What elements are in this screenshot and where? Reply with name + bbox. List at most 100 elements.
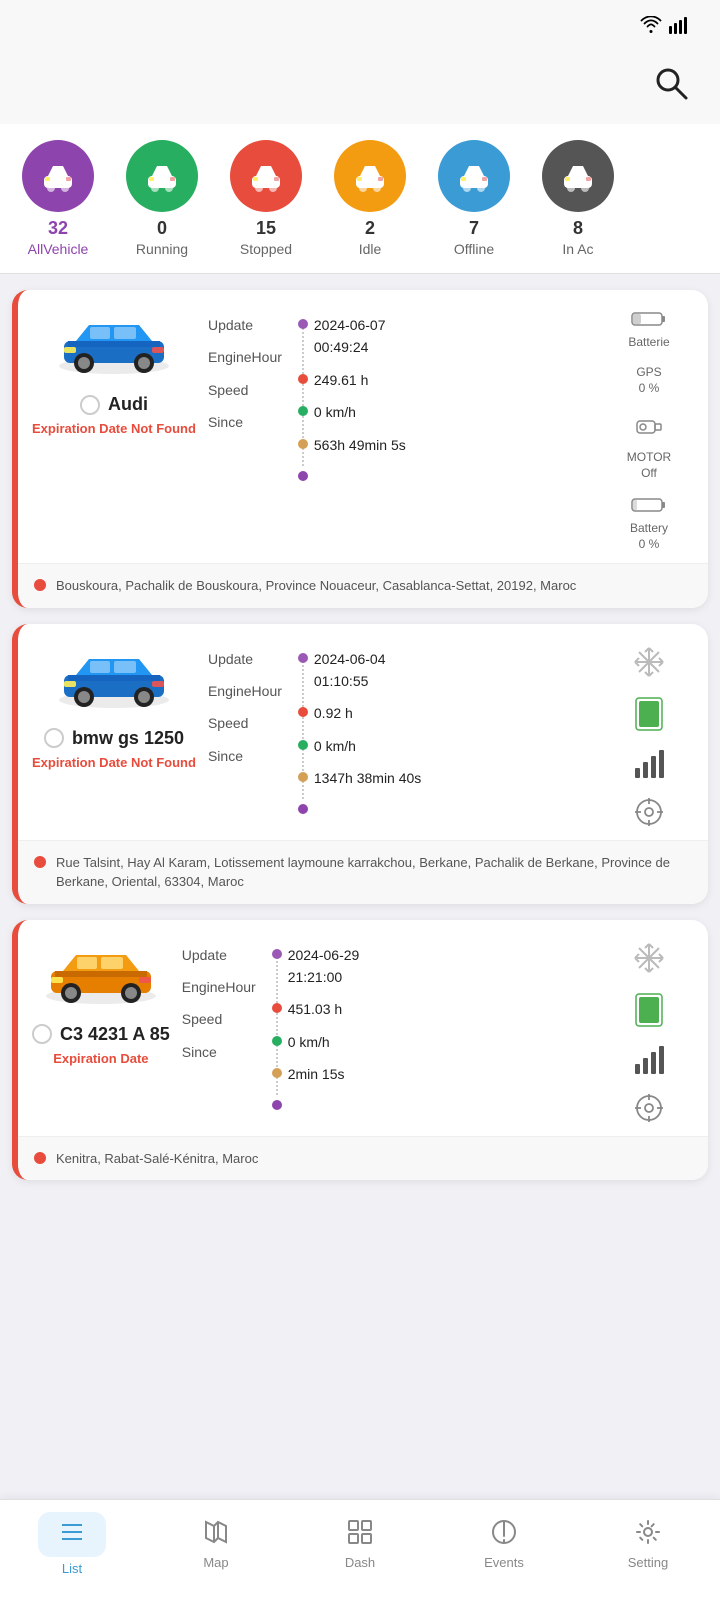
nav-item-list[interactable]: List xyxy=(22,1508,122,1580)
nav-icon-setting xyxy=(634,1518,662,1551)
label-update-0: Update xyxy=(208,314,282,336)
labels-col-2: Update EngineHour Speed Since xyxy=(182,940,256,1096)
nav-item-map[interactable]: Map xyxy=(166,1514,266,1574)
label-update-2: Update xyxy=(182,944,256,966)
card-main-0: Audi Expiration Date Not Found Update En… xyxy=(18,290,708,563)
val-speed-1: 0 km/h xyxy=(294,735,421,757)
category-tab-running[interactable]: 0 Running xyxy=(112,136,212,261)
val-speed-2: 0 km/h xyxy=(268,1031,360,1053)
target-group xyxy=(633,1092,665,1124)
tab-icon-stopped xyxy=(230,140,302,212)
status-icons xyxy=(634,16,696,37)
card-main-2: C3 4231 A 85 Expiration Date Update Engi… xyxy=(18,920,708,1136)
tab-icon-offline xyxy=(438,140,510,212)
vehicle-name-0: Audi xyxy=(108,394,148,415)
label-since-2: Since xyxy=(182,1041,256,1063)
signal-group xyxy=(633,1044,665,1076)
nav-item-dash[interactable]: Dash xyxy=(310,1514,410,1574)
expiry-text-2: Expiration Date xyxy=(53,1051,148,1066)
vehicle-name-2: C3 4231 A 85 xyxy=(60,1024,170,1045)
tab-icon-all xyxy=(22,140,94,212)
search-button[interactable] xyxy=(646,58,696,108)
val-since-0: 563h 49min 5s xyxy=(294,434,406,456)
address-text-1: Rue Talsint, Hay Al Karam, Lotissement l… xyxy=(56,853,692,892)
nav-icon-events xyxy=(490,1518,518,1551)
label-enginehour-2: EngineHour xyxy=(182,976,256,998)
expiry-text-0: Expiration Date Not Found xyxy=(32,421,196,436)
card-left-1: bmw gs 1250 Expiration Date Not Found xyxy=(32,640,196,828)
category-tab-all[interactable]: 32 AllVehicle xyxy=(8,136,108,261)
motor-group: MOTOR Off xyxy=(627,411,671,480)
nav-active-bg-list xyxy=(38,1512,106,1557)
tab-label-idle: Idle xyxy=(359,241,382,257)
search-bar xyxy=(0,48,720,124)
val-update-1: 2024-06-0401:10:55 xyxy=(294,648,421,693)
battery-full-group xyxy=(634,696,664,732)
vehicle-name-1: bmw gs 1250 xyxy=(72,728,184,749)
nav-icon-list xyxy=(58,1518,86,1551)
card-right-0: Batterie GPS 0 % MOTOR Off xyxy=(604,306,694,551)
address-dot-0 xyxy=(34,579,46,591)
card-address-1: Rue Talsint, Hay Al Karam, Lotissement l… xyxy=(18,840,708,904)
tab-label-inac: In Ac xyxy=(562,241,593,257)
dot-since-0 xyxy=(298,439,308,449)
card-right-1 xyxy=(604,640,694,828)
batterie-label: Batterie xyxy=(628,335,669,349)
vehicle-card-1[interactable]: bmw gs 1250 Expiration Date Not Found Up… xyxy=(12,624,708,904)
battery-group: Battery 0 % xyxy=(630,496,668,551)
motor-icon xyxy=(633,411,665,448)
nav-label-setting: Setting xyxy=(628,1555,668,1570)
tab-count-all: 32 xyxy=(48,218,68,239)
nav-item-events[interactable]: Events xyxy=(454,1514,554,1574)
label-since-0: Since xyxy=(208,411,282,433)
batterie-group: Batterie xyxy=(628,310,669,349)
val-enginehour-0: 249.61 h xyxy=(294,369,406,391)
vehicle-name-row-2: C3 4231 A 85 xyxy=(32,1024,170,1045)
category-tab-idle[interactable]: 2 Idle xyxy=(320,136,420,261)
card-right-2 xyxy=(604,936,694,1124)
nav-label-map: Map xyxy=(203,1555,228,1570)
wifi-icon xyxy=(640,16,662,37)
status-circle-0 xyxy=(80,395,100,415)
address-text-2: Kenitra, Rabat-Salé-Kénitra, Maroc xyxy=(56,1149,258,1169)
label-update-1: Update xyxy=(208,648,282,670)
label-enginehour-1: EngineHour xyxy=(208,680,282,702)
card-left-2: C3 4231 A 85 Expiration Date xyxy=(32,936,170,1124)
category-tab-offline[interactable]: 7 Offline xyxy=(424,136,524,261)
tab-label-running: Running xyxy=(136,241,188,257)
car-image-1 xyxy=(49,640,179,720)
tab-label-offline: Offline xyxy=(454,241,494,257)
val-enginehour-2: 451.03 h xyxy=(268,998,360,1020)
nav-item-setting[interactable]: Setting xyxy=(598,1514,698,1574)
card-middle-2: Update EngineHour Speed Since 2024-06-29… xyxy=(182,936,592,1124)
bottom-nav: List Map Dash Events Setting xyxy=(0,1499,720,1600)
vehicle-card-2[interactable]: C3 4231 A 85 Expiration Date Update Engi… xyxy=(12,920,708,1181)
car-image-2 xyxy=(36,936,166,1016)
tab-count-idle: 2 xyxy=(365,218,375,239)
signal-icon xyxy=(668,16,690,37)
dot-update-0 xyxy=(298,319,308,329)
status-circle-2 xyxy=(32,1024,52,1044)
val-since-1: 1347h 38min 40s xyxy=(294,767,421,789)
label-enginehour-0: EngineHour xyxy=(208,346,282,368)
labels-col-0: Update EngineHour Speed Since xyxy=(208,310,282,466)
tab-icon-idle xyxy=(334,140,406,212)
tab-count-offline: 7 xyxy=(469,218,479,239)
tab-count-stopped: 15 xyxy=(256,218,276,239)
val-update-0: 2024-06-0700:49:24 xyxy=(294,314,406,359)
battery-icon2 xyxy=(631,496,667,519)
card-address-0: Bouskoura, Pachalik de Bouskoura, Provin… xyxy=(18,563,708,608)
snowflake-group xyxy=(631,644,667,680)
dot-since-2 xyxy=(272,1068,282,1078)
category-tab-inac[interactable]: 8 In Ac xyxy=(528,136,628,261)
val-since-2: 2min 15s xyxy=(268,1063,360,1085)
category-tab-stopped[interactable]: 15 Stopped xyxy=(216,136,316,261)
dot-speed-0 xyxy=(298,406,308,416)
dot-extra-0 xyxy=(298,471,308,481)
val-speed-0: 0 km/h xyxy=(294,401,406,423)
vehicle-card-0[interactable]: Audi Expiration Date Not Found Update En… xyxy=(12,290,708,608)
vehicle-name-row-0: Audi xyxy=(80,394,148,415)
label-speed-0: Speed xyxy=(208,379,282,401)
snowflake-group xyxy=(631,940,667,976)
gps-group: GPS 0 % xyxy=(636,365,661,395)
